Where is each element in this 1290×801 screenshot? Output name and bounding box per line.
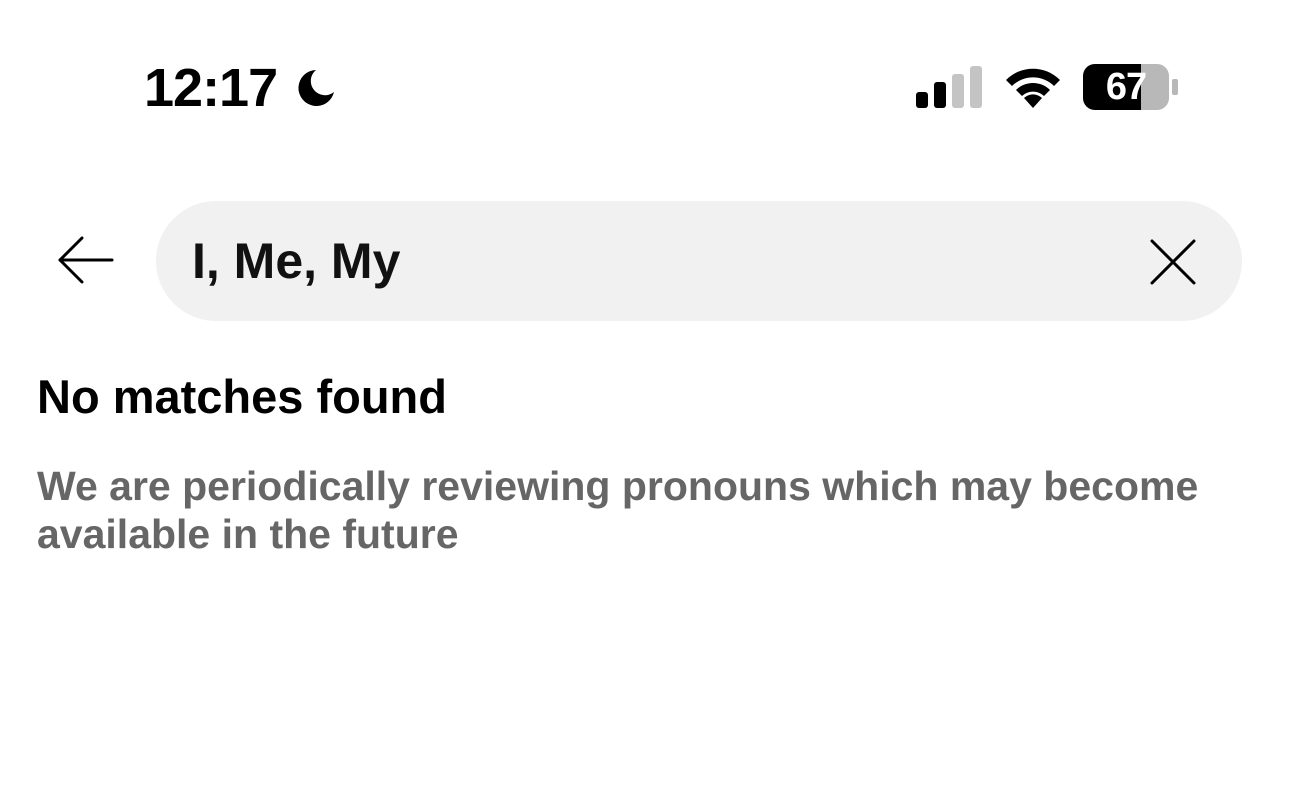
arrow-left-icon xyxy=(58,236,114,284)
search-input[interactable] xyxy=(192,229,1112,293)
back-button[interactable] xyxy=(52,228,118,294)
status-time: 12:17 xyxy=(144,58,278,118)
clear-search-button[interactable] xyxy=(1142,231,1204,293)
close-icon xyxy=(1150,239,1196,285)
wifi-icon xyxy=(1006,68,1060,108)
battery-level: 67 xyxy=(1105,66,1147,108)
no-matches-title: No matches found xyxy=(37,370,447,423)
moon-icon xyxy=(298,70,334,106)
signal-icon xyxy=(916,66,982,108)
status-bar: 12:17 67 xyxy=(0,0,1290,150)
search-bar xyxy=(156,201,1242,321)
no-matches-description: We are periodically reviewing pronouns w… xyxy=(37,463,1199,557)
